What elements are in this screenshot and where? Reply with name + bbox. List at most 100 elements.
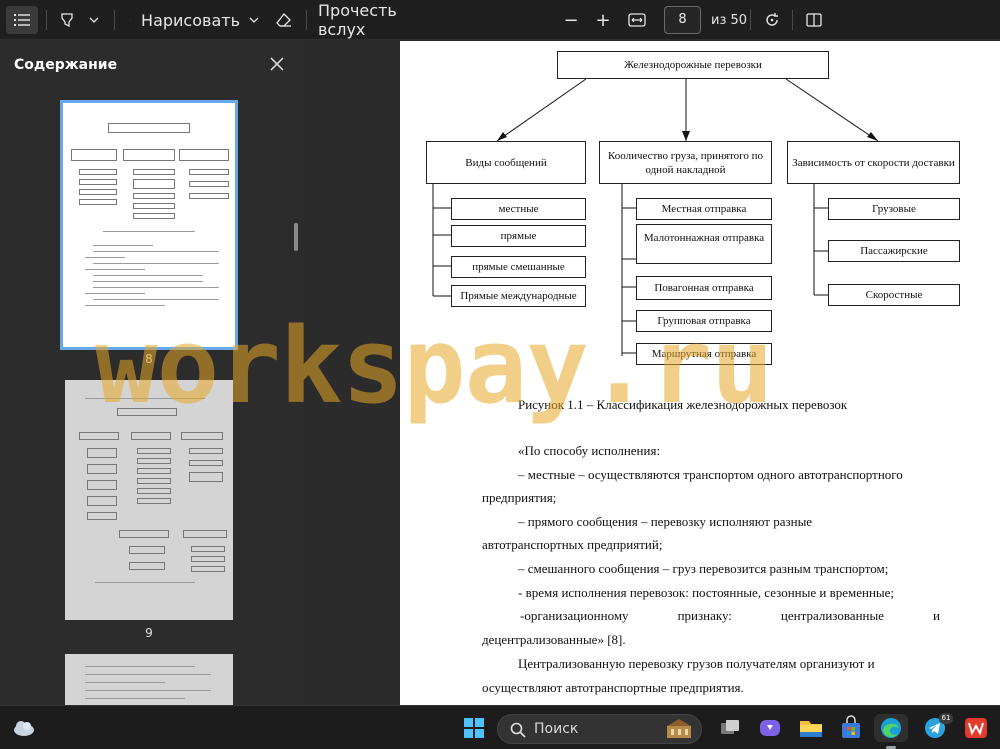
thumb-box bbox=[87, 512, 117, 520]
page-view-button[interactable] bbox=[802, 6, 826, 34]
eraser-button[interactable] bbox=[272, 6, 296, 34]
draw-dropdown-button[interactable] bbox=[246, 6, 262, 34]
thumb-text-line bbox=[85, 293, 145, 294]
diagram-item-box: Прямые международные bbox=[451, 285, 586, 307]
store-bag-icon bbox=[842, 715, 860, 738]
highlighter-icon bbox=[61, 13, 73, 28]
diagram-item-box: Местная отправка bbox=[636, 198, 772, 220]
sidebar-scrollbar[interactable] bbox=[294, 223, 298, 251]
thumb-box bbox=[87, 448, 117, 458]
thumb-text-line bbox=[85, 305, 165, 306]
thumb-box bbox=[137, 458, 171, 464]
thumb-box bbox=[179, 149, 229, 161]
thumb-text-line bbox=[85, 269, 145, 270]
paragraph-line: осуществляют автотранспортные предприяти… bbox=[482, 680, 744, 695]
teams-app[interactable] bbox=[756, 714, 784, 742]
paragraph-word: и bbox=[933, 608, 940, 623]
weather-cloud-icon bbox=[14, 721, 34, 736]
thumb-text-line bbox=[85, 666, 195, 667]
figure-caption: Рисунок 1.1 – Классификация железнодорож… bbox=[518, 397, 848, 412]
thumb-box bbox=[189, 472, 223, 482]
start-button[interactable] bbox=[460, 714, 488, 742]
highlight-button[interactable] bbox=[56, 6, 78, 34]
contents-toggle-button[interactable] bbox=[6, 6, 38, 34]
thumb-box bbox=[189, 460, 223, 466]
video-chat-icon bbox=[760, 720, 780, 736]
thumb-text-line bbox=[93, 281, 203, 282]
draw-label: Нарисовать bbox=[141, 10, 240, 30]
paragraph-line: -организационному признаку: централизова… bbox=[520, 608, 940, 624]
paragraph-word: признаку: bbox=[677, 608, 732, 623]
thumb-text-line bbox=[93, 263, 219, 264]
wps-office-icon bbox=[965, 718, 987, 738]
search-icon bbox=[510, 722, 526, 738]
thumb-text-line bbox=[85, 690, 211, 691]
diagram-header-box: Кооличество груза, принятого по одной на… bbox=[599, 141, 772, 184]
rotate-button[interactable] bbox=[760, 6, 784, 34]
close-sidebar-button[interactable] bbox=[268, 55, 286, 73]
toolbar-separator bbox=[306, 10, 307, 30]
diagram-item-box: Пассажирские bbox=[828, 240, 960, 262]
thumb-box bbox=[137, 498, 171, 504]
thumb-box bbox=[137, 478, 171, 484]
weather-widget[interactable] bbox=[10, 714, 38, 742]
read-aloud-button[interactable]: Прочесть вслух bbox=[318, 1, 418, 39]
thumb-box bbox=[133, 179, 175, 189]
store-app[interactable] bbox=[837, 714, 865, 742]
paragraph-line: Централизованную перевозку грузов получа… bbox=[518, 656, 875, 671]
chevron-down-icon bbox=[89, 17, 99, 23]
thumbnail-page-8[interactable] bbox=[60, 100, 238, 350]
taskbar-search[interactable]: Поиск bbox=[497, 714, 702, 744]
paragraph-line: - время исполнения перевозок: постоянные… bbox=[518, 585, 895, 600]
rotate-icon bbox=[766, 13, 778, 26]
thumb-box bbox=[181, 432, 223, 440]
thumb-box bbox=[191, 556, 225, 562]
thumb-box bbox=[87, 496, 117, 506]
diagram-item-box: прямые смешанные bbox=[451, 256, 586, 278]
wps-office-app[interactable] bbox=[962, 714, 990, 742]
thumb-box bbox=[133, 169, 175, 175]
page-number-input[interactable]: 8 bbox=[664, 6, 701, 34]
task-view-button[interactable] bbox=[716, 714, 744, 742]
thumb-box bbox=[191, 546, 225, 552]
fit-width-button[interactable] bbox=[624, 6, 650, 34]
paragraph-line: – смешанного сообщения – груз перевозитс… bbox=[518, 561, 889, 576]
thumb-box bbox=[133, 213, 175, 219]
highlight-dropdown-button[interactable] bbox=[86, 6, 102, 34]
draw-button[interactable]: Нарисовать bbox=[130, 6, 240, 34]
zoom-in-button[interactable]: + bbox=[592, 6, 614, 34]
zoom-out-button[interactable]: − bbox=[560, 6, 582, 34]
close-icon bbox=[270, 57, 284, 71]
app-toolbar: Нарисовать Прочесть вслух − + 8 из 50 bbox=[0, 0, 1000, 40]
paragraph-line: – местные – осуществляются транспортом о… bbox=[518, 467, 903, 482]
diagram-item-box: местные bbox=[451, 198, 586, 220]
paragraph-line: децентрализованные» [8]. bbox=[482, 632, 626, 647]
thumbnail-page-10[interactable] bbox=[65, 654, 233, 705]
task-view-icon bbox=[721, 720, 739, 734]
folder-icon bbox=[800, 721, 822, 737]
contents-sidebar: Содержание 8 9 bbox=[0, 41, 304, 705]
thumbnail-page-9[interactable] bbox=[65, 380, 233, 620]
thumbnail-page-number: 8 bbox=[145, 352, 153, 366]
paragraph-line: – прямого сообщения – перевозку исполняю… bbox=[518, 514, 813, 529]
thumb-box bbox=[137, 468, 171, 474]
diagram-item-box: Грузовые bbox=[828, 198, 960, 220]
thumb-box bbox=[131, 432, 171, 440]
thumb-box bbox=[79, 189, 117, 195]
toolbar-separator bbox=[750, 10, 751, 30]
thumb-box bbox=[191, 566, 225, 572]
paragraph-line: предприятия; bbox=[482, 490, 557, 505]
file-explorer-app[interactable] bbox=[797, 714, 825, 742]
edge-app[interactable] bbox=[874, 714, 908, 742]
thumb-text-line bbox=[93, 299, 219, 300]
diagram-item-box: Групповая отправка bbox=[636, 310, 772, 332]
diagram-header-box: Виды сообщений bbox=[426, 141, 586, 184]
search-label: Поиск bbox=[534, 721, 579, 737]
thumb-box bbox=[123, 149, 175, 161]
thumb-box bbox=[133, 203, 175, 209]
document-viewport[interactable]: Железнодорожные перевозки Виды сообщений… bbox=[304, 41, 1000, 705]
thumb-box bbox=[137, 448, 171, 454]
paragraph-word: -организационному bbox=[520, 608, 629, 623]
thumb-box bbox=[189, 169, 229, 175]
thumb-box bbox=[189, 181, 229, 187]
